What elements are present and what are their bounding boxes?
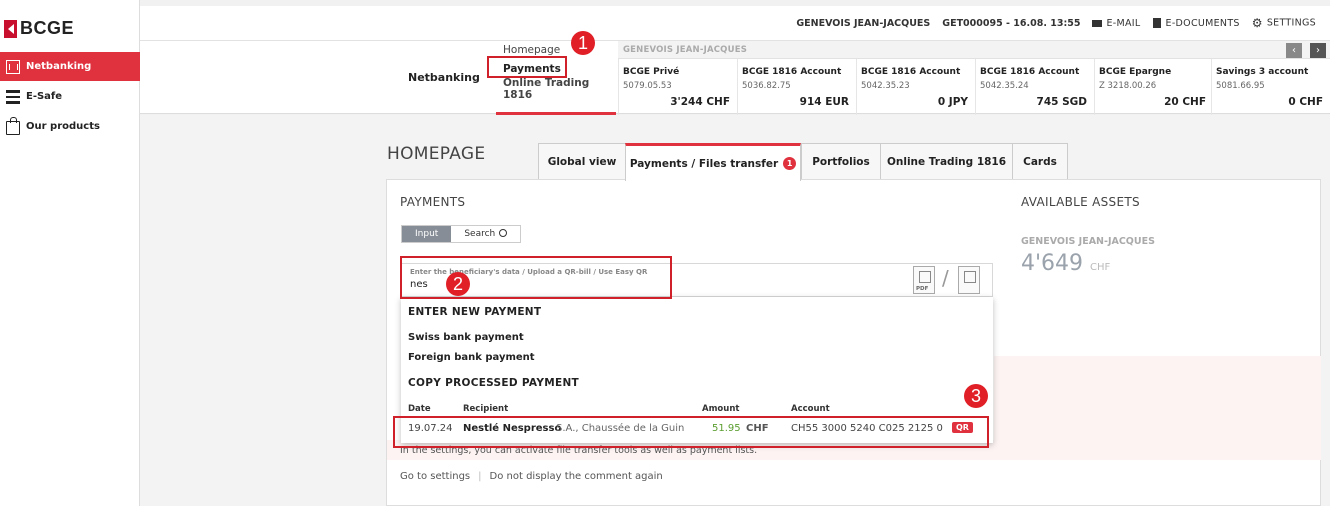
mail-icon: [1092, 19, 1103, 27]
notification-badge: 1: [783, 157, 797, 170]
column-amount: Amount: [702, 404, 740, 414]
document-icon: [1152, 18, 1161, 28]
gear-icon: ⚙: [1251, 16, 1263, 30]
mode-search-button[interactable]: Search: [451, 226, 521, 242]
account-card[interactable]: BCGE 1816 Account 5042.35.23 0 JPY: [856, 59, 975, 115]
accounts-owner: GENEVOIS JEAN-JACQUES: [618, 41, 1330, 59]
annotation-box-2: [400, 256, 672, 299]
email-link[interactable]: E-MAIL: [1092, 18, 1140, 29]
section-label: Netbanking: [408, 71, 480, 84]
mode-input-button[interactable]: Input: [402, 226, 452, 242]
tab-portfolios[interactable]: Portfolios: [801, 143, 881, 180]
account-card[interactable]: Savings 3 account 5081.66.95 0 CHF: [1211, 59, 1330, 115]
search-icon: [499, 229, 508, 237]
account-bar: Netbanking Homepage Payments Online Trad…: [140, 40, 1330, 115]
edocuments-link[interactable]: E-DOCUMENTS: [1152, 18, 1240, 29]
annotation-box-3: [393, 416, 989, 448]
netbanking-menu: Homepage Payments Online Trading 1816: [496, 41, 616, 115]
account-card[interactable]: BCGE Privé 5079.05.53 3'244 CHF: [618, 59, 737, 115]
page-title: HOMEPAGE: [387, 144, 486, 164]
tab-cards[interactable]: Cards: [1012, 143, 1068, 180]
available-assets-title: AVAILABLE ASSETS: [1021, 195, 1140, 209]
qr-bill-pdf-upload-icon[interactable]: PDF: [913, 266, 935, 294]
copy-processed-header: COPY PROCESSED PAYMENT: [408, 377, 579, 389]
sidebar-item-label: E-Safe: [26, 91, 63, 102]
separator-slash: /: [942, 266, 949, 290]
assets-amount: 4'649 CHF: [1021, 251, 1111, 276]
annotation-box-1: [487, 56, 567, 78]
assets-owner: GENEVOIS JEAN-JACQUES: [1021, 236, 1155, 247]
dismiss-comment-link[interactable]: Do not display the comment again: [490, 471, 663, 482]
sidebar-item-label: Our products: [26, 121, 100, 132]
annotation-badge-3: 3: [964, 384, 988, 408]
tab-payments-files-transfer[interactable]: Payments / Files transfer 1: [625, 143, 801, 181]
account-card[interactable]: BCGE Epargne Z 3218.00.26 20 CHF: [1094, 59, 1213, 115]
settings-link[interactable]: ⚙ SETTINGS: [1252, 16, 1316, 30]
bcge-logo[interactable]: BCGE: [4, 18, 74, 39]
tab-global-view[interactable]: Global view: [538, 143, 626, 180]
sidebar-item-esafe[interactable]: E-Safe: [0, 82, 140, 111]
menu-homepage[interactable]: Homepage: [503, 44, 560, 56]
session-info: GET000095 - 16.08. 13:55: [942, 17, 1081, 29]
payment-mode-toggle: Input Search: [401, 225, 522, 243]
brand-name: BCGE: [20, 18, 75, 38]
notice-links: Go to settings | Do not display the commen…: [400, 471, 663, 482]
column-recipient: Recipient: [463, 404, 509, 414]
bcge-logo-mark-icon: [4, 19, 17, 38]
foreign-bank-payment-option[interactable]: Foreign bank payment: [408, 352, 535, 363]
top-bar: GENEVOIS JEAN-JACQUES GET000095 - 16.08.…: [140, 6, 1330, 40]
notice-box: [994, 356, 1321, 448]
column-date: Date: [408, 404, 431, 414]
accounts-next-button[interactable]: ›: [1310, 43, 1326, 58]
menu-online-trading[interactable]: Online Trading 1816: [503, 77, 616, 101]
easy-qr-scan-icon[interactable]: [958, 266, 980, 294]
column-account: Account: [791, 404, 830, 414]
sidebar: BCGE Netbanking E-Safe Our products: [0, 0, 140, 506]
accounts-prev-button[interactable]: ‹: [1286, 43, 1302, 58]
account-card[interactable]: BCGE 1816 Account 5042.35.24 745 SGD: [975, 59, 1094, 115]
sidebar-item-our-products[interactable]: Our products: [0, 112, 140, 141]
account-card[interactable]: BCGE 1816 Account 5036.82.75 914 EUR: [737, 59, 856, 115]
new-payment-header: ENTER NEW PAYMENT: [408, 306, 542, 318]
sidebar-item-label: Netbanking: [26, 61, 92, 72]
annotation-badge-1: 1: [571, 31, 595, 55]
user-name: GENEVOIS JEAN-JACQUES: [796, 17, 931, 29]
payments-title: PAYMENTS: [400, 195, 466, 209]
swiss-bank-payment-option[interactable]: Swiss bank payment: [408, 332, 524, 343]
bank-icon: [6, 59, 20, 74]
go-to-settings-link[interactable]: Go to settings: [400, 471, 470, 482]
shopping-bag-icon: [6, 116, 20, 135]
sidebar-item-netbanking[interactable]: Netbanking: [0, 52, 140, 81]
annotation-badge-2: 2: [446, 272, 470, 296]
tab-online-trading[interactable]: Online Trading 1816: [880, 143, 1013, 180]
esafe-icon: [6, 89, 20, 104]
